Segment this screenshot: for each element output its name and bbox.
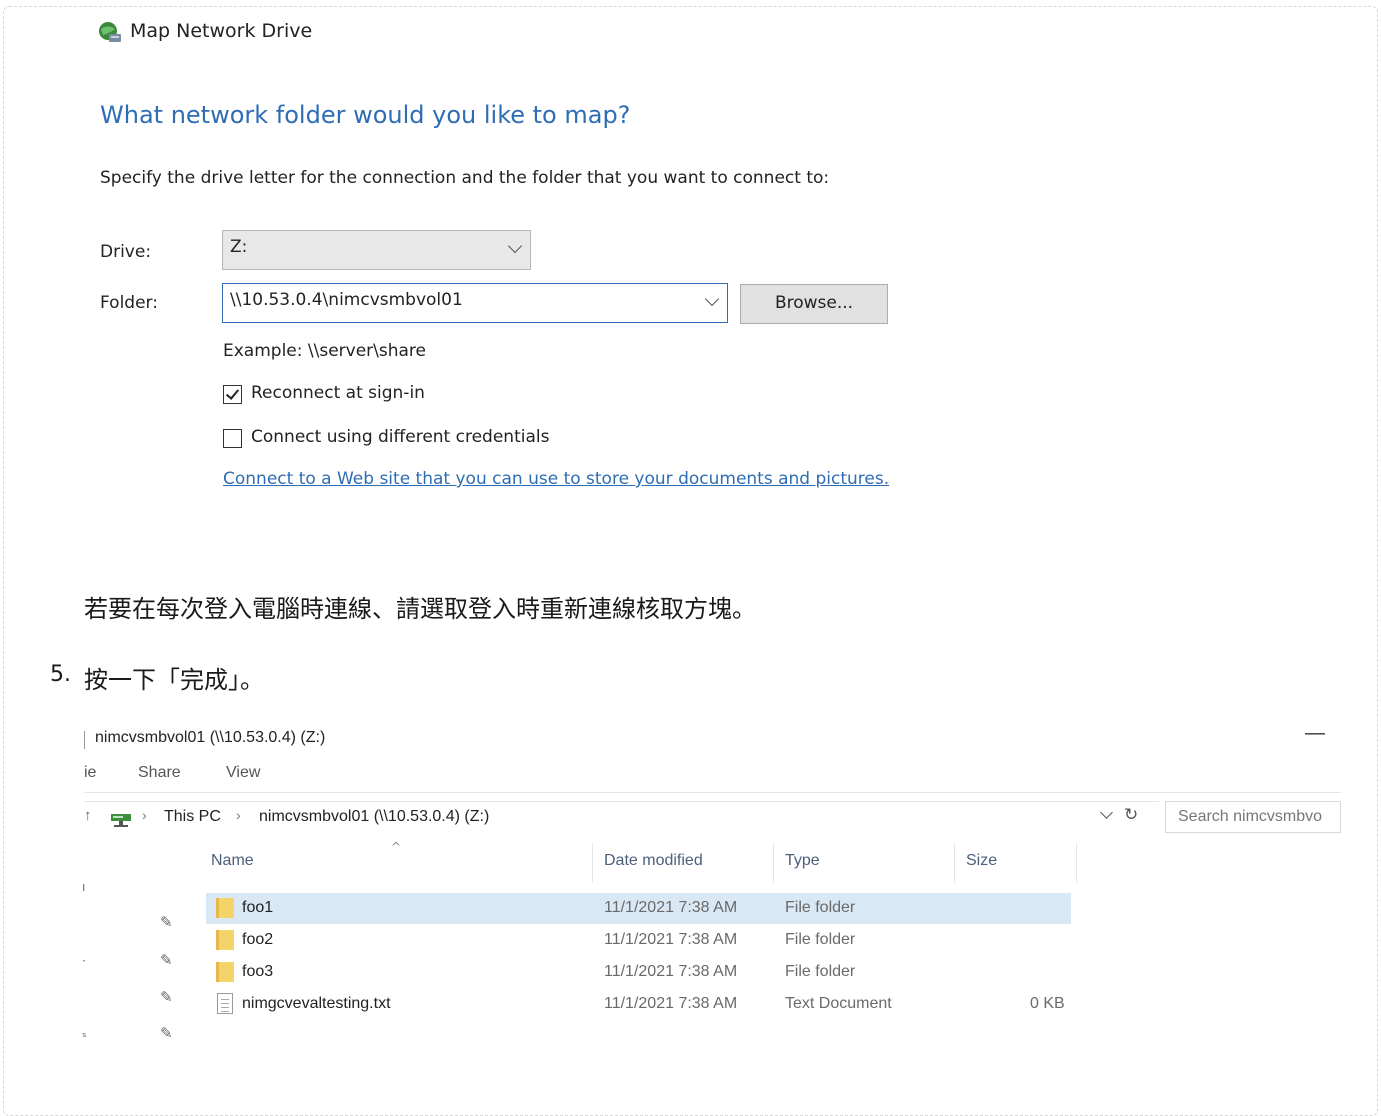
explorer-title: nimcvsmbvol01 (\\10.53.0.4) (Z:) — [95, 729, 326, 746]
drive-label: Drive: — [100, 242, 152, 262]
address-bar[interactable]: ↑ › This PC › nimcvsmbvol01 (\\10.53.0.4… — [84, 801, 1159, 834]
drive-select[interactable]: Z: — [222, 230, 531, 270]
chevron-down-icon — [507, 238, 523, 254]
table-row[interactable]: foo2 11/1/2021 7:38 AM File folder — [206, 925, 1071, 956]
refresh-icon[interactable]: ↻ — [1124, 805, 1138, 825]
instruction-note: 若要在每次登入電腦時連線、請選取登入時重新連線核取方塊。 — [84, 595, 756, 623]
folder-input-value: \\10.53.0.4\nimcvsmbvol01 — [230, 290, 463, 310]
breadcrumb-drive[interactable]: nimcvsmbvol01 (\\10.53.0.4) (Z:) — [259, 808, 489, 826]
network-drive-icon — [111, 814, 131, 827]
nav-item-stub[interactable]: ı — [82, 880, 85, 894]
nav-item-stub[interactable]: · — [82, 954, 86, 968]
title-divider — [84, 731, 85, 749]
file-date: 11/1/2021 7:38 AM — [604, 899, 738, 916]
ribbon-tab-home[interactable]: ie — [84, 764, 96, 782]
reconnect-label: Reconnect at sign-in — [251, 383, 425, 403]
address-dropdown-icon[interactable] — [1100, 806, 1113, 819]
table-row[interactable]: nimgcvevaltesting.txt 11/1/2021 7:38 AM … — [206, 989, 1071, 1020]
file-name: nimgcvevaltesting.txt — [242, 995, 391, 1012]
column-separator — [954, 843, 955, 883]
folder-icon — [216, 962, 234, 982]
step-text: 按一下「完成」。 — [84, 666, 264, 694]
file-type: File folder — [785, 931, 856, 948]
pin-icon[interactable]: ✎ — [160, 988, 173, 1006]
dialog-title: Map Network Drive — [130, 20, 313, 42]
example-text: Example: \\server\share — [223, 341, 427, 361]
column-separator — [773, 843, 774, 883]
nav-item-stub[interactable]: ₛ — [82, 1026, 86, 1040]
file-date: 11/1/2021 7:38 AM — [604, 931, 738, 948]
column-type[interactable]: Type — [785, 852, 820, 870]
file-type: File folder — [785, 963, 856, 980]
column-name[interactable]: Name — [211, 852, 254, 870]
folder-input[interactable]: \\10.53.0.4\nimcvsmbvol01 — [222, 283, 728, 323]
breadcrumb-this-pc[interactable]: This PC — [164, 808, 221, 826]
file-date: 11/1/2021 7:38 AM — [604, 995, 738, 1012]
map-network-drive-icon — [99, 22, 121, 42]
table-row[interactable]: foo1 11/1/2021 7:38 AM File folder — [206, 893, 1071, 924]
text-file-icon — [217, 993, 233, 1014]
pin-icon[interactable]: ✎ — [160, 1024, 173, 1042]
credentials-checkbox[interactable] — [223, 429, 242, 448]
minimize-button[interactable]: — — [1305, 722, 1325, 745]
table-row[interactable]: foo3 11/1/2021 7:38 AM File folder — [206, 957, 1071, 988]
web-site-link[interactable]: Connect to a Web site that you can use t… — [223, 469, 889, 489]
ribbon-tab-share[interactable]: Share — [138, 764, 181, 782]
file-name: foo3 — [242, 963, 274, 980]
breadcrumb-separator-icon: › — [142, 807, 147, 823]
drive-select-value: Z: — [230, 237, 248, 257]
file-name: foo1 — [242, 899, 274, 916]
column-separator — [592, 843, 593, 883]
pin-icon[interactable]: ✎ — [160, 913, 173, 931]
step-number: 5. — [50, 662, 71, 687]
reconnect-checkbox[interactable] — [223, 385, 242, 404]
file-name: foo2 — [242, 931, 274, 948]
credentials-label: Connect using different credentials — [251, 427, 550, 447]
column-date-modified[interactable]: Date modified — [604, 852, 703, 870]
ribbon-divider — [84, 792, 1341, 793]
file-type: Text Document — [785, 995, 892, 1012]
file-date: 11/1/2021 7:38 AM — [604, 963, 738, 980]
sort-ascending-icon: ^ — [391, 840, 402, 854]
column-separator — [1076, 843, 1077, 883]
dialog-heading: What network folder would you like to ma… — [100, 101, 631, 129]
column-size[interactable]: Size — [966, 852, 997, 870]
search-input[interactable]: Search nimcvsmbvo — [1165, 801, 1341, 833]
chevron-down-icon — [704, 291, 720, 307]
folder-icon — [216, 930, 234, 950]
file-type: File folder — [785, 899, 856, 916]
file-size: 0 KB — [1030, 995, 1065, 1012]
ribbon-tab-view[interactable]: View — [226, 764, 260, 782]
pin-icon[interactable]: ✎ — [160, 951, 173, 969]
breadcrumb-separator-icon: › — [236, 807, 241, 823]
up-arrow-icon[interactable]: ↑ — [84, 807, 92, 824]
folder-label: Folder: — [100, 293, 158, 313]
folder-icon — [216, 898, 234, 918]
dialog-instruction: Specify the drive letter for the connect… — [100, 168, 830, 188]
browse-button[interactable]: Browse... — [740, 284, 888, 324]
